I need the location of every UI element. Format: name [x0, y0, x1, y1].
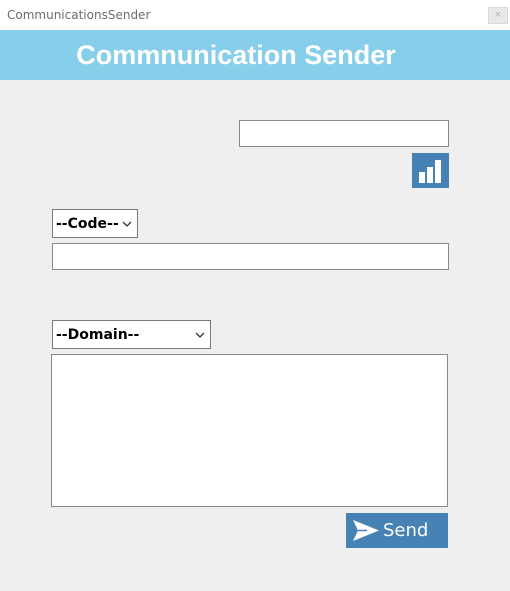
message-textarea[interactable]: [51, 354, 448, 507]
send-icon: [353, 520, 379, 541]
close-icon: ×: [494, 10, 502, 20]
chevron-down-icon: [122, 221, 132, 227]
domain-select-value: --Domain--: [56, 326, 140, 343]
code-select[interactable]: --Code--: [52, 209, 138, 238]
close-button[interactable]: ×: [488, 7, 508, 24]
top-text-input[interactable]: [239, 120, 449, 147]
domain-select[interactable]: --Domain--: [52, 320, 211, 349]
window-title: CommunicationsSender: [7, 8, 151, 22]
statistics-button[interactable]: [412, 153, 449, 188]
app-header: Commnunication Sender: [0, 30, 510, 80]
title-bar: CommunicationsSender ×: [0, 0, 510, 30]
chevron-down-icon: [195, 332, 205, 338]
code-select-value: --Code--: [56, 215, 119, 232]
send-button-label: Send: [383, 520, 429, 541]
code-text-input[interactable]: [52, 243, 449, 270]
send-button[interactable]: Send: [346, 513, 448, 548]
page-title: Commnunication Sender: [76, 40, 396, 70]
